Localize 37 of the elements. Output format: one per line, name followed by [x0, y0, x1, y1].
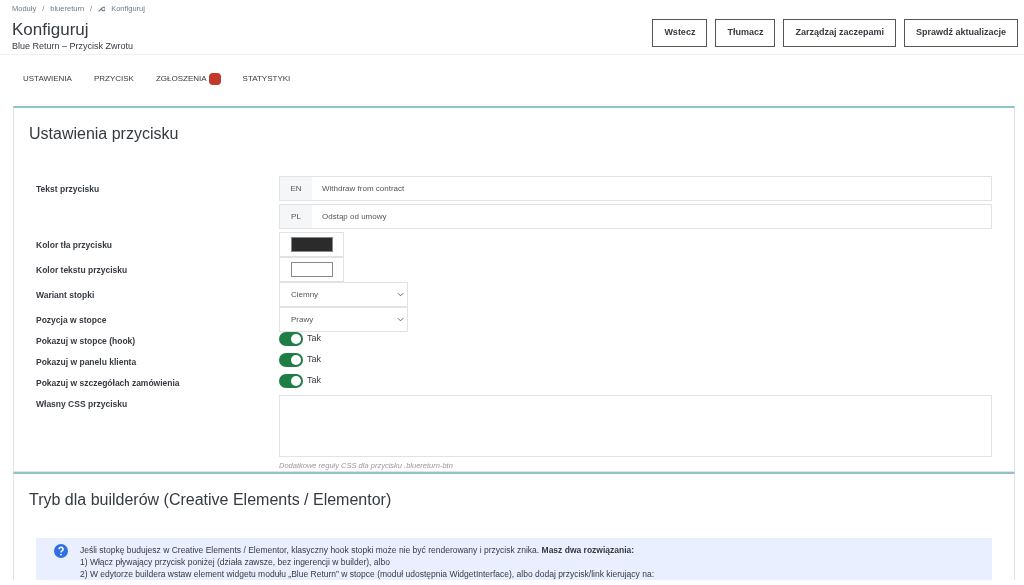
tab[interactable]: PRZYCISK: [93, 73, 134, 85]
toggle-switch[interactable]: [279, 353, 303, 367]
toggle-label: Tak: [307, 332, 321, 346]
info-text: 2) W edytorze buildera wstaw element widgetu modułu „Blue Return” w stopce (moduł udostępnia WidgetInterface), albo dodaj przycisk/link kierujący na:: [80, 568, 655, 581]
color-picker[interactable]: [279, 257, 344, 282]
dropdown-field[interactable]: Ciemny: [279, 282, 408, 307]
field-label: Tekst przycisku: [36, 183, 101, 196]
field-label: Kolor tekstu przycisku: [36, 264, 129, 277]
toolbar-button[interactable]: Wstecz: [652, 19, 708, 47]
field-label: Własny CSS przycisku: [36, 398, 129, 411]
field-label: Pozycja w stopce: [36, 314, 108, 327]
toggle-label: Tak: [307, 353, 321, 367]
toolbar-button[interactable]: Zarządzaj zaczepami: [783, 19, 896, 47]
toggle-switch[interactable]: [279, 374, 303, 388]
info-text: Jeśli stopkę budujesz w Creative Elements / Elementor, klasyczny hook stopki może nie być renderowany i przycisk znika. Masz dwa rozwiązania:: [80, 544, 636, 557]
text-input-field[interactable]: EN Withdraw from contract: [279, 176, 992, 201]
toggle-label: Tak: [307, 374, 321, 388]
page-title: Konfiguruj: [12, 20, 90, 41]
page-subtitle: Blue Return – Przycisk Zwrotu: [12, 40, 135, 54]
field-label: Kolor tła przycisku: [36, 239, 114, 252]
toolbar-button[interactable]: Sprawdź aktualizacje: [903, 19, 1018, 47]
field-label: Pokazuj w panelu klienta: [36, 356, 138, 369]
tab[interactable]: STATYSTYKI: [242, 73, 291, 85]
tab[interactable]: USTAWIENIA: [23, 73, 72, 85]
color-picker[interactable]: [279, 232, 344, 257]
toggle-switch[interactable]: [279, 332, 303, 346]
text-input-field[interactable]: PL Odstąp od umowy: [279, 204, 992, 229]
field-label: Pokazuj w szczegółach zamówienia: [36, 377, 181, 390]
tab[interactable]: ZGŁOSZENIA: [155, 73, 207, 85]
info-text: 1) Włącz pływający przycisk poniżej (działa zawsze, bez ingerencji w builder), albo: [80, 556, 391, 569]
help-icon: [54, 544, 68, 559]
dropdown-field[interactable]: Prawy: [279, 307, 408, 332]
section-heading: Tryb dla builderów (Creative Elements / Elementor): [28, 490, 393, 511]
section-heading: Ustawienia przycisku: [28, 124, 180, 144]
toolbar-button[interactable]: Tłumacz: [715, 19, 776, 47]
field-label: Wariant stopki: [36, 289, 96, 302]
field-label: Pokazuj w stopce (hook): [36, 335, 137, 348]
